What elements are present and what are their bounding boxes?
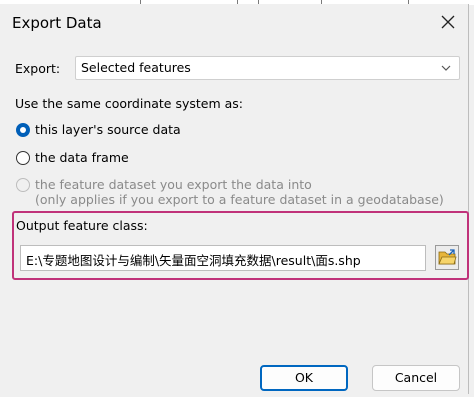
export-label: Export: bbox=[15, 61, 61, 76]
export-data-dialog: Export Data Export: Selected features Us… bbox=[0, 4, 469, 394]
coordinate-system-prompt: Use the same coordinate system as: bbox=[15, 96, 244, 111]
export-dropdown-value: Selected features bbox=[81, 60, 191, 75]
radio-button-disabled bbox=[16, 178, 30, 192]
chevron-down-icon bbox=[441, 65, 451, 71]
browse-button[interactable] bbox=[435, 245, 459, 270]
output-feature-class-label: Output feature class: bbox=[16, 218, 148, 233]
output-path-field[interactable]: E:\专题地图设计与编制\矢量面空洞填充数据\result\面s.shp bbox=[20, 245, 426, 271]
radio-button-checked[interactable] bbox=[16, 123, 30, 137]
output-path-value: E:\专题地图设计与编制\矢量面空洞填充数据\result\面s.shp bbox=[26, 253, 361, 268]
cancel-button[interactable]: Cancel bbox=[372, 365, 460, 391]
title-bar: Export Data bbox=[0, 4, 468, 42]
radio-label: the data frame bbox=[35, 150, 129, 165]
close-icon bbox=[441, 15, 455, 29]
radio-button[interactable] bbox=[16, 151, 30, 165]
close-button[interactable] bbox=[436, 10, 460, 34]
dialog-title: Export Data bbox=[12, 14, 102, 32]
export-dropdown[interactable]: Selected features bbox=[75, 56, 460, 80]
radio-label: this layer's source data bbox=[35, 122, 181, 137]
ok-button[interactable]: OK bbox=[260, 365, 348, 391]
radio-label: the feature dataset you export the data … bbox=[35, 177, 312, 192]
folder-open-icon bbox=[438, 249, 457, 265]
radio-note: (only applies if you export to a feature… bbox=[35, 192, 444, 207]
